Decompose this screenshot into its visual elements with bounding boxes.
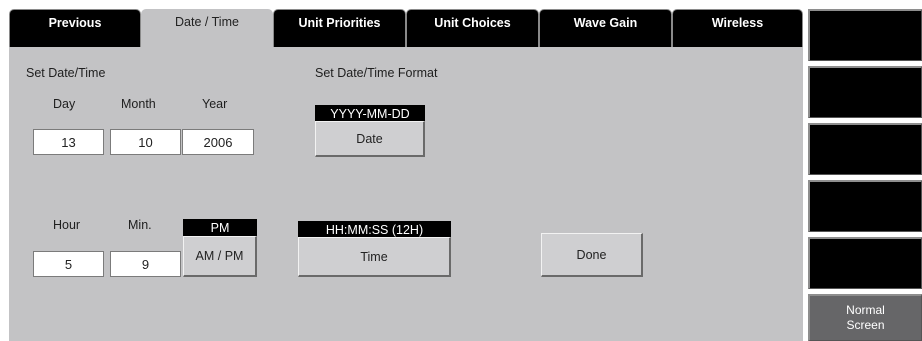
set-date-time-format-heading: Set Date/Time Format <box>315 66 438 80</box>
ampm-current: PM <box>183 219 257 237</box>
softkey-5[interactable] <box>808 237 922 289</box>
tab-unit-choices[interactable]: Unit Choices <box>406 9 539 47</box>
day-label: Day <box>53 97 76 111</box>
date-format-current: YYYY-MM-DD <box>315 105 425 122</box>
tab-date-time[interactable]: Date / Time <box>141 9 273 47</box>
tab-wave-gain[interactable]: Wave Gain <box>539 9 672 47</box>
screen: Previous Date / Time Unit Priorities Uni… <box>0 0 922 341</box>
day-field[interactable]: 13 <box>33 129 104 155</box>
month-field[interactable]: 10 <box>110 129 181 155</box>
minute-field[interactable]: 9 <box>110 251 181 277</box>
normal-screen-button[interactable]: Normal Screen <box>808 294 922 341</box>
done-button[interactable]: Done <box>541 233 643 277</box>
date-format-button[interactable]: Date <box>315 121 425 157</box>
softkey-3[interactable] <box>808 123 922 175</box>
softkey-1[interactable] <box>808 9 922 61</box>
minute-label: Min. <box>128 218 152 232</box>
softkey-2[interactable] <box>808 66 922 118</box>
hour-label: Hour <box>53 218 81 232</box>
softkey-4[interactable] <box>808 180 922 232</box>
time-format-button[interactable]: Time <box>298 237 451 277</box>
date-time-panel: Set Date/Time Day Month Year 13 10 2006 … <box>9 47 803 341</box>
time-format-current: HH:MM:SS (12H) <box>298 221 451 238</box>
year-label: Year <box>202 97 228 111</box>
normal-screen-label-line1: Normal <box>846 303 885 317</box>
tab-unit-priorities[interactable]: Unit Priorities <box>273 9 406 47</box>
normal-screen-label-line2: Screen <box>846 318 885 332</box>
month-label: Month <box>121 97 156 111</box>
year-field[interactable]: 2006 <box>182 129 254 155</box>
tab-previous[interactable]: Previous <box>9 9 141 47</box>
tab-wireless[interactable]: Wireless <box>672 9 803 47</box>
set-date-time-heading: Set Date/Time <box>26 66 106 80</box>
hour-field[interactable]: 5 <box>33 251 104 277</box>
ampm-button[interactable]: AM / PM <box>183 236 257 277</box>
